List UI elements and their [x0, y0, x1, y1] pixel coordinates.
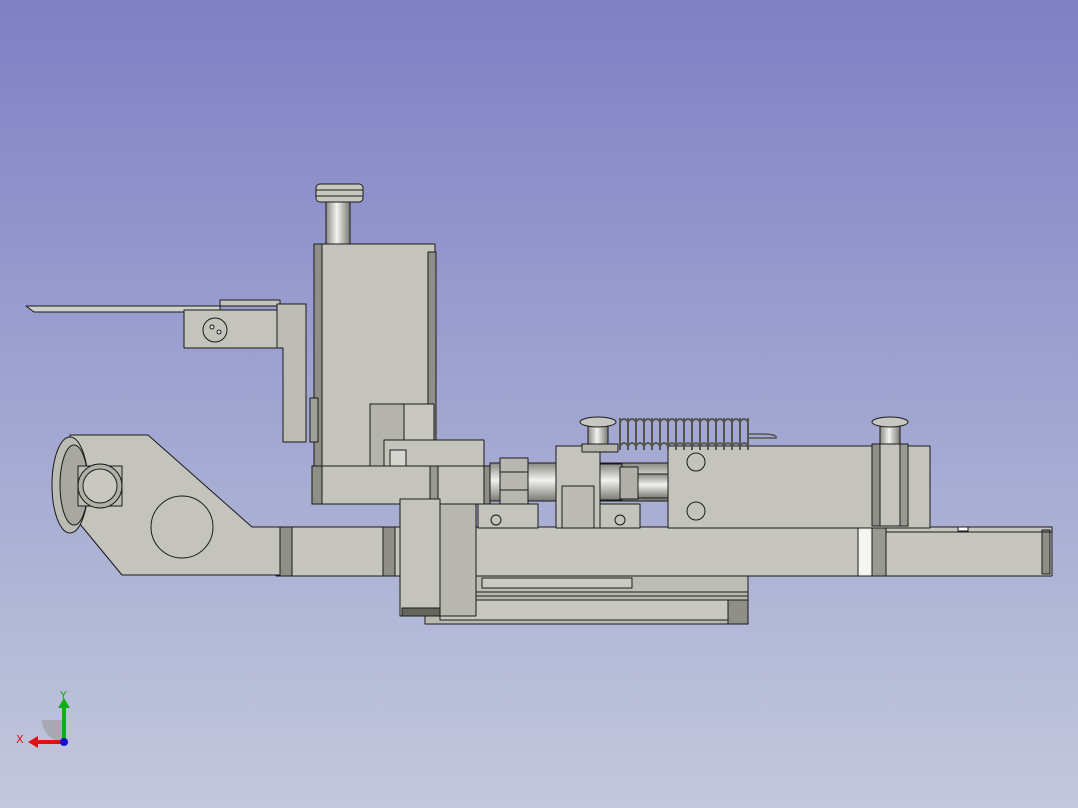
blade: [25, 299, 307, 443]
y-axis-label: Y: [60, 689, 67, 702]
spring-post-right: [871, 416, 909, 527]
x-axis-label: X: [16, 733, 24, 746]
base-plate: [275, 526, 1053, 577]
cad-model-view[interactable]: [0, 0, 1078, 808]
top-knob: [315, 183, 364, 247]
z-axis-dot-icon: [60, 738, 68, 746]
spring-post-left: [579, 416, 619, 453]
axis-plane-shade: [42, 720, 64, 742]
front-clamp: [399, 498, 477, 617]
middle-block: [311, 465, 491, 505]
lever-arm: [51, 434, 281, 576]
3d-viewport[interactable]: X Y: [0, 0, 1078, 808]
tension-spring: [619, 418, 777, 450]
vertical-block: [309, 243, 485, 469]
axis-indicator: X Y: [10, 684, 80, 754]
